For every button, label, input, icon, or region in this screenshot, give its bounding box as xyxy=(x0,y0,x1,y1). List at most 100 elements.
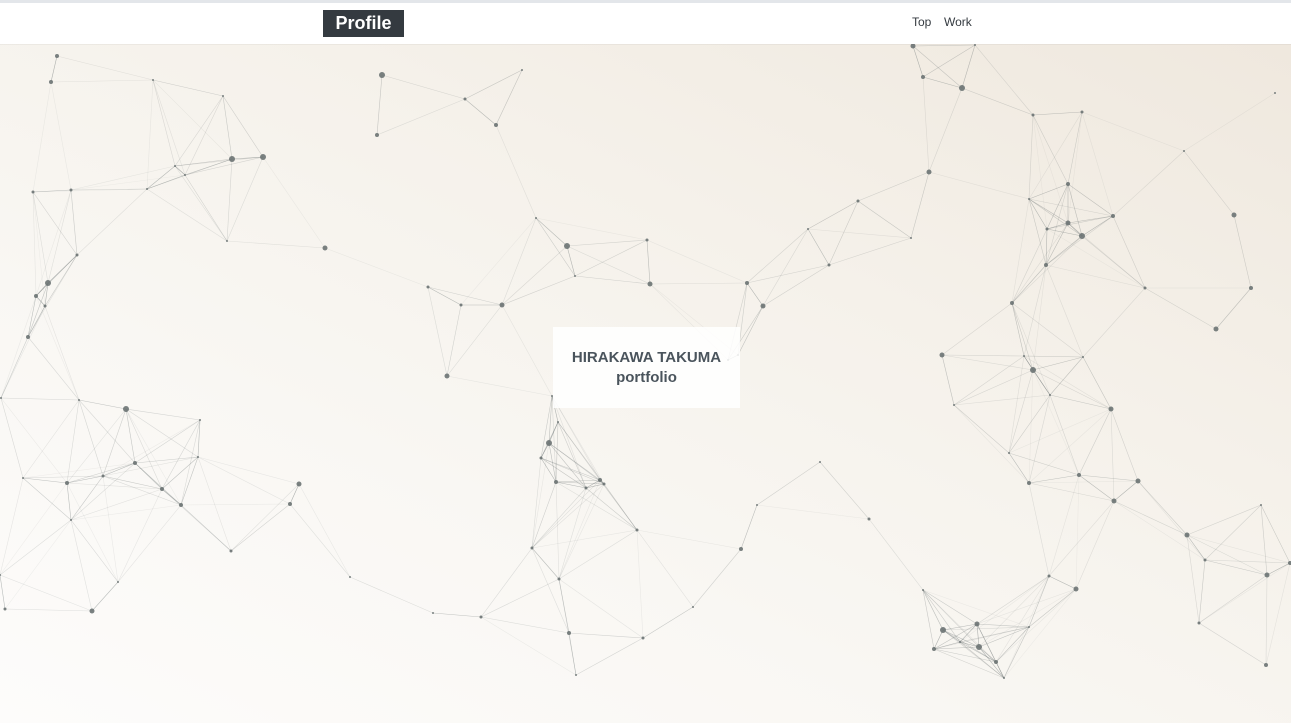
particle-link xyxy=(0,574,93,612)
particle-node xyxy=(152,79,154,81)
particle-link xyxy=(464,69,523,100)
particle-link xyxy=(1011,228,1048,304)
particle-link xyxy=(828,237,912,266)
particle-node xyxy=(260,154,266,160)
particle-node xyxy=(1066,182,1070,186)
particle-link xyxy=(1028,369,1034,484)
particle-node xyxy=(867,517,871,521)
particle-link xyxy=(568,632,644,639)
particle-link xyxy=(91,581,119,612)
particle-link xyxy=(953,404,1030,484)
particle-link xyxy=(1028,588,1077,628)
particle-link xyxy=(1048,575,1077,590)
particle-link xyxy=(446,304,503,377)
particle-link xyxy=(807,228,830,266)
particle-node xyxy=(976,644,982,650)
particle-link xyxy=(1028,198,1069,224)
particle-link xyxy=(102,475,119,583)
particle-node xyxy=(554,480,558,484)
particle-link xyxy=(1003,626,1030,679)
particle-node xyxy=(760,303,766,309)
particle-node xyxy=(1047,574,1051,578)
particle-link xyxy=(146,188,228,242)
particle-link xyxy=(746,282,764,307)
particle-link xyxy=(953,355,1025,406)
particle-node xyxy=(184,174,186,176)
particle-node xyxy=(922,589,924,591)
particle-link xyxy=(0,305,46,399)
particle-link xyxy=(0,397,24,479)
particle-link xyxy=(501,245,568,306)
particle-link xyxy=(1028,480,1139,484)
particle-link xyxy=(995,626,1030,663)
particle-link xyxy=(1049,394,1080,476)
particle-link xyxy=(0,574,6,610)
particle-link xyxy=(1078,408,1112,476)
particle-link xyxy=(1081,235,1146,289)
particle-node xyxy=(584,486,588,490)
particle-link xyxy=(66,482,72,521)
particle-link xyxy=(0,482,68,576)
particle-link xyxy=(1078,474,1139,482)
particle-link xyxy=(76,188,148,256)
particle-node xyxy=(635,528,639,532)
particle-link xyxy=(1032,114,1048,230)
particle-link xyxy=(44,305,80,401)
particle-link xyxy=(1008,355,1025,454)
particle-link xyxy=(531,547,570,634)
particle-link xyxy=(376,74,383,136)
particle-link xyxy=(642,606,694,639)
particle-link xyxy=(446,375,553,397)
particle-node xyxy=(22,477,24,479)
particle-link xyxy=(912,44,976,47)
particle-node xyxy=(1184,532,1190,538)
particle-link xyxy=(117,488,163,583)
particle-node xyxy=(1077,473,1081,477)
particle-node xyxy=(463,97,467,101)
particle-node xyxy=(146,188,148,190)
particle-node xyxy=(994,660,998,664)
particle-node xyxy=(641,636,645,640)
particle-node xyxy=(557,577,561,581)
particle-link xyxy=(540,457,601,481)
particle-link xyxy=(22,477,68,484)
particle-link xyxy=(535,217,648,241)
particle-node xyxy=(55,54,59,58)
particle-node xyxy=(1049,394,1051,396)
particle-node xyxy=(1079,233,1085,239)
particle-link xyxy=(1186,534,1268,576)
particle-link xyxy=(1186,534,1200,624)
particle-link xyxy=(432,612,482,618)
particle-link xyxy=(1204,559,1291,564)
particle-node xyxy=(322,245,328,251)
particle-link xyxy=(1008,369,1034,454)
particle-link xyxy=(0,397,68,484)
particle-node xyxy=(807,228,809,230)
particle-link xyxy=(376,98,466,136)
particle-node xyxy=(43,304,47,308)
particle-link xyxy=(32,81,52,193)
particle-node xyxy=(379,72,385,78)
particle-link xyxy=(495,124,537,219)
particle-link xyxy=(222,95,264,158)
nav-link-top[interactable]: Top xyxy=(912,15,931,29)
particle-link xyxy=(740,504,758,550)
particle-link xyxy=(102,475,182,506)
particle-link xyxy=(381,74,466,100)
particle-link xyxy=(1011,302,1034,371)
particle-link xyxy=(464,98,497,126)
particle-link xyxy=(762,264,830,307)
particle-node xyxy=(375,133,379,137)
particle-link xyxy=(574,239,648,277)
particle-link xyxy=(551,395,557,483)
particle-link xyxy=(868,518,924,591)
particle-node xyxy=(1044,263,1048,267)
particle-link xyxy=(1075,474,1080,590)
particle-node xyxy=(739,547,743,551)
brand-logo[interactable]: Profile xyxy=(323,10,404,37)
nav-link-work[interactable]: Work xyxy=(944,15,972,29)
particle-link xyxy=(555,479,601,483)
particle-link xyxy=(1110,408,1115,502)
particle-link xyxy=(746,264,830,284)
particle-link xyxy=(427,286,503,306)
